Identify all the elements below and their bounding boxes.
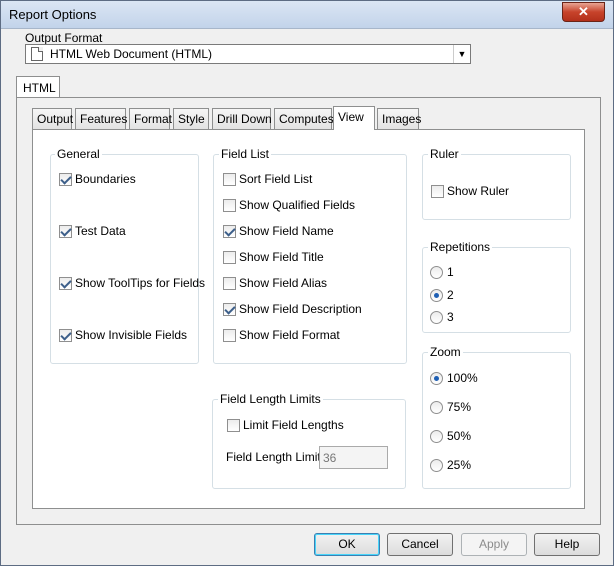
tab-computes[interactable]: Computes <box>274 108 334 129</box>
repetitions-radio-3[interactable] <box>430 311 443 324</box>
repetitions-option-label: 2 <box>447 288 454 302</box>
zoom-radio-75[interactable] <box>430 401 443 414</box>
tab-label: Images <box>382 112 422 126</box>
field-length-limit-label: Field Length Limit <box>226 450 321 464</box>
output-format-value: HTML Web Document (HTML) <box>50 47 213 61</box>
show-field-description-checkbox[interactable] <box>223 303 236 316</box>
show-field-title-checkbox[interactable] <box>223 251 236 264</box>
title-bar[interactable]: Report Options ✕ <box>1 1 613 29</box>
show-ruler-label: Show Ruler <box>447 184 510 198</box>
apply-button[interactable]: Apply <box>461 533 527 556</box>
zoom-option-label: 75% <box>447 400 472 414</box>
repetitions-group <box>422 247 571 333</box>
boundaries-checkbox[interactable] <box>59 173 72 186</box>
repetitions-group-title: Repetitions <box>428 240 493 254</box>
cancel-button[interactable]: Cancel <box>387 533 453 556</box>
zoom-radio-50[interactable] <box>430 430 443 443</box>
tab-html-label: HTML <box>23 81 56 95</box>
repetitions-radio-2[interactable] <box>430 289 443 302</box>
zoom-radio-100[interactable] <box>430 372 443 385</box>
help-button-label: Help <box>554 537 580 551</box>
show-field-name-label: Show Field Name <box>239 224 334 238</box>
limit-field-lengths-checkbox[interactable] <box>227 419 240 432</box>
close-button[interactable]: ✕ <box>562 2 605 22</box>
sort-field-list-label: Sort Field List <box>239 172 313 186</box>
repetitions-option-label: 1 <box>447 265 454 279</box>
report-options-dialog: Report Options ✕ Output Format HTML Web … <box>0 0 614 566</box>
tab-style[interactable]: Style <box>173 108 209 129</box>
document-icon <box>31 47 43 61</box>
field-length-limit-value: 36 <box>323 451 337 465</box>
test-data-label: Test Data <box>75 224 126 238</box>
close-icon: ✕ <box>578 4 589 19</box>
tab-drill-down[interactable]: Drill Down <box>212 108 272 129</box>
output-format-select[interactable]: HTML Web Document (HTML) ▼ <box>25 44 471 64</box>
tab-label: Format <box>134 112 173 126</box>
tab-label: Features <box>80 112 128 126</box>
boundaries-label: Boundaries <box>75 172 136 186</box>
show-field-format-checkbox[interactable] <box>223 329 236 342</box>
tab-label: Style <box>178 112 205 126</box>
tab-label: Computes <box>279 112 334 126</box>
tab-label: Drill Down <box>217 112 272 126</box>
test-data-checkbox[interactable] <box>59 225 72 238</box>
show-ruler-checkbox[interactable] <box>431 185 444 198</box>
show-field-description-label: Show Field Description <box>239 302 362 316</box>
apply-button-label: Apply <box>478 537 510 551</box>
tab-features[interactable]: Features <box>75 108 128 129</box>
tab-html[interactable]: HTML <box>16 76 60 98</box>
general-group-title: General <box>55 147 102 161</box>
repetitions-option-label: 3 <box>447 310 454 324</box>
help-button[interactable]: Help <box>534 533 600 556</box>
tab-format[interactable]: Format <box>129 108 173 129</box>
zoom-group <box>422 352 571 489</box>
show-tooltips-label: Show ToolTips for Fields <box>75 276 206 290</box>
show-field-alias-label: Show Field Alias <box>239 276 328 290</box>
show-invisible-fields-label: Show Invisible Fields <box>75 328 188 342</box>
zoom-group-title: Zoom <box>428 345 463 359</box>
ok-button-label: OK <box>338 537 356 551</box>
zoom-option-label: 50% <box>447 429 472 443</box>
field-length-limits-group <box>212 399 406 489</box>
show-invisible-fields-checkbox[interactable] <box>59 329 72 342</box>
tab-view[interactable]: View <box>333 106 375 130</box>
limit-field-lengths-label: Limit Field Lengths <box>243 418 344 432</box>
output-format-label: Output Format <box>25 31 103 45</box>
ruler-group-title: Ruler <box>428 147 461 161</box>
tab-label: Output <box>37 112 74 126</box>
cancel-button-label: Cancel <box>401 537 439 551</box>
field-length-limit-input[interactable]: 36 <box>319 446 388 469</box>
zoom-option-label: 100% <box>447 371 478 385</box>
tab-output[interactable]: Output <box>32 108 74 129</box>
sort-field-list-checkbox[interactable] <box>223 173 236 186</box>
window-title: Report Options <box>9 7 97 22</box>
ok-button[interactable]: OK <box>314 533 380 556</box>
show-field-format-label: Show Field Format <box>239 328 340 342</box>
zoom-option-label: 25% <box>447 458 472 472</box>
tab-images[interactable]: Images <box>377 108 422 129</box>
show-field-title-label: Show Field Title <box>239 250 324 264</box>
show-tooltips-checkbox[interactable] <box>59 277 72 290</box>
show-qualified-fields-checkbox[interactable] <box>223 199 236 212</box>
tab-label: View <box>338 110 364 124</box>
chevron-down-icon[interactable]: ▼ <box>453 45 470 63</box>
field-length-limits-title: Field Length Limits <box>218 392 323 406</box>
zoom-radio-25[interactable] <box>430 459 443 472</box>
show-qualified-fields-label: Show Qualified Fields <box>239 198 356 212</box>
show-field-alias-checkbox[interactable] <box>223 277 236 290</box>
show-field-name-checkbox[interactable] <box>223 225 236 238</box>
repetitions-radio-1[interactable] <box>430 266 443 279</box>
field-list-group-title: Field List <box>219 147 272 161</box>
